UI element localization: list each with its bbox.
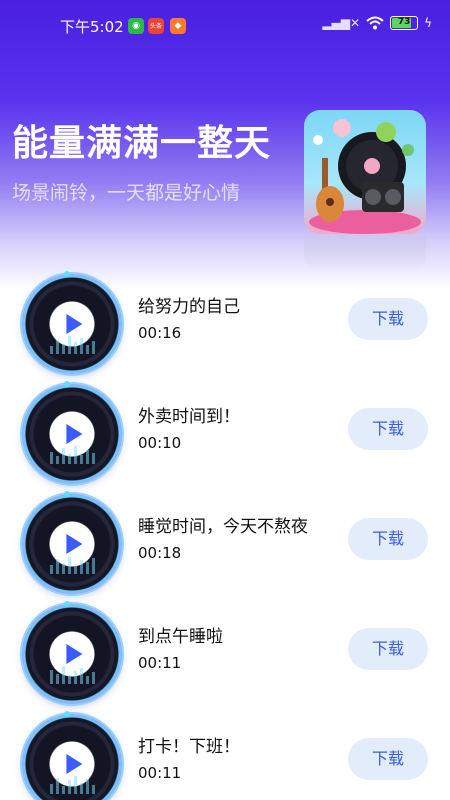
list-item[interactable]: 给努力的自己 00:16 下载 [0, 270, 450, 380]
record-disc[interactable] [22, 491, 122, 594]
song-duration: 00:11 [138, 654, 182, 672]
status-time: 下午5:02 [60, 18, 124, 36]
list-item[interactable]: 睡觉时间，今天不熬夜 00:18 下载 [0, 490, 450, 600]
equalizer-decoration [32, 774, 112, 794]
song-duration: 00:10 [138, 434, 182, 452]
hero-illustration [304, 110, 426, 234]
record-disc[interactable] [22, 271, 122, 374]
news-notification-icon: 头条 [148, 18, 164, 34]
signal-icon: ▂▄▆✕ [322, 16, 361, 30]
hero-illustration-reflection [304, 236, 426, 272]
play-icon[interactable] [66, 644, 83, 664]
wechat-notification-icon: ◉ [128, 18, 144, 34]
equalizer-decoration [32, 444, 112, 464]
page-subtitle: 场景闹铃，一天都是好心情 [12, 182, 241, 204]
song-title: 睡觉时间，今天不熬夜 [138, 517, 308, 537]
song-duration: 00:18 [138, 544, 182, 562]
download-button[interactable]: 下载 [348, 518, 428, 560]
list-item[interactable]: 外卖时间到！ 00:10 下载 [0, 380, 450, 490]
music-collage-image [309, 119, 421, 234]
equalizer-decoration [32, 554, 112, 574]
record-disc[interactable] [22, 601, 122, 704]
charging-icon: ϟ [424, 16, 432, 30]
song-title: 打卡！下班！ [138, 737, 240, 757]
download-button[interactable]: 下载 [348, 408, 428, 450]
list-item[interactable]: 打卡！下班！ 00:11 下载 [0, 710, 450, 800]
song-duration: 00:16 [138, 324, 182, 342]
status-indicators: ▂▄▆✕ 73 ϟ [322, 16, 432, 30]
play-icon[interactable] [66, 314, 83, 334]
battery-level: 73 [397, 17, 411, 27]
status-bar: 下午5:02 ◉ 头条 ◆ ▂▄▆✕ 73 ϟ [0, 0, 450, 52]
song-title: 到点午睡啦 [138, 627, 223, 647]
song-title: 给努力的自己 [138, 297, 240, 317]
news-notification-label: 头条 [149, 23, 162, 30]
download-button[interactable]: 下载 [348, 298, 428, 340]
battery-icon: 73 [390, 16, 419, 30]
equalizer-decoration [32, 664, 112, 684]
page-title: 能量满满一整天 [12, 123, 272, 164]
play-icon[interactable] [66, 424, 83, 444]
record-disc[interactable] [22, 711, 122, 800]
play-icon[interactable] [66, 754, 83, 774]
record-disc[interactable] [22, 381, 122, 484]
list-item[interactable]: 到点午睡啦 00:11 下载 [0, 600, 450, 710]
play-icon[interactable] [66, 534, 83, 554]
download-button[interactable]: 下载 [348, 628, 428, 670]
wifi-icon [366, 16, 384, 30]
download-button[interactable]: 下载 [348, 738, 428, 780]
shopping-notification-icon: ◆ [170, 18, 186, 34]
song-title: 外卖时间到！ [138, 407, 240, 427]
equalizer-decoration [32, 334, 112, 354]
song-duration: 00:11 [138, 764, 182, 782]
